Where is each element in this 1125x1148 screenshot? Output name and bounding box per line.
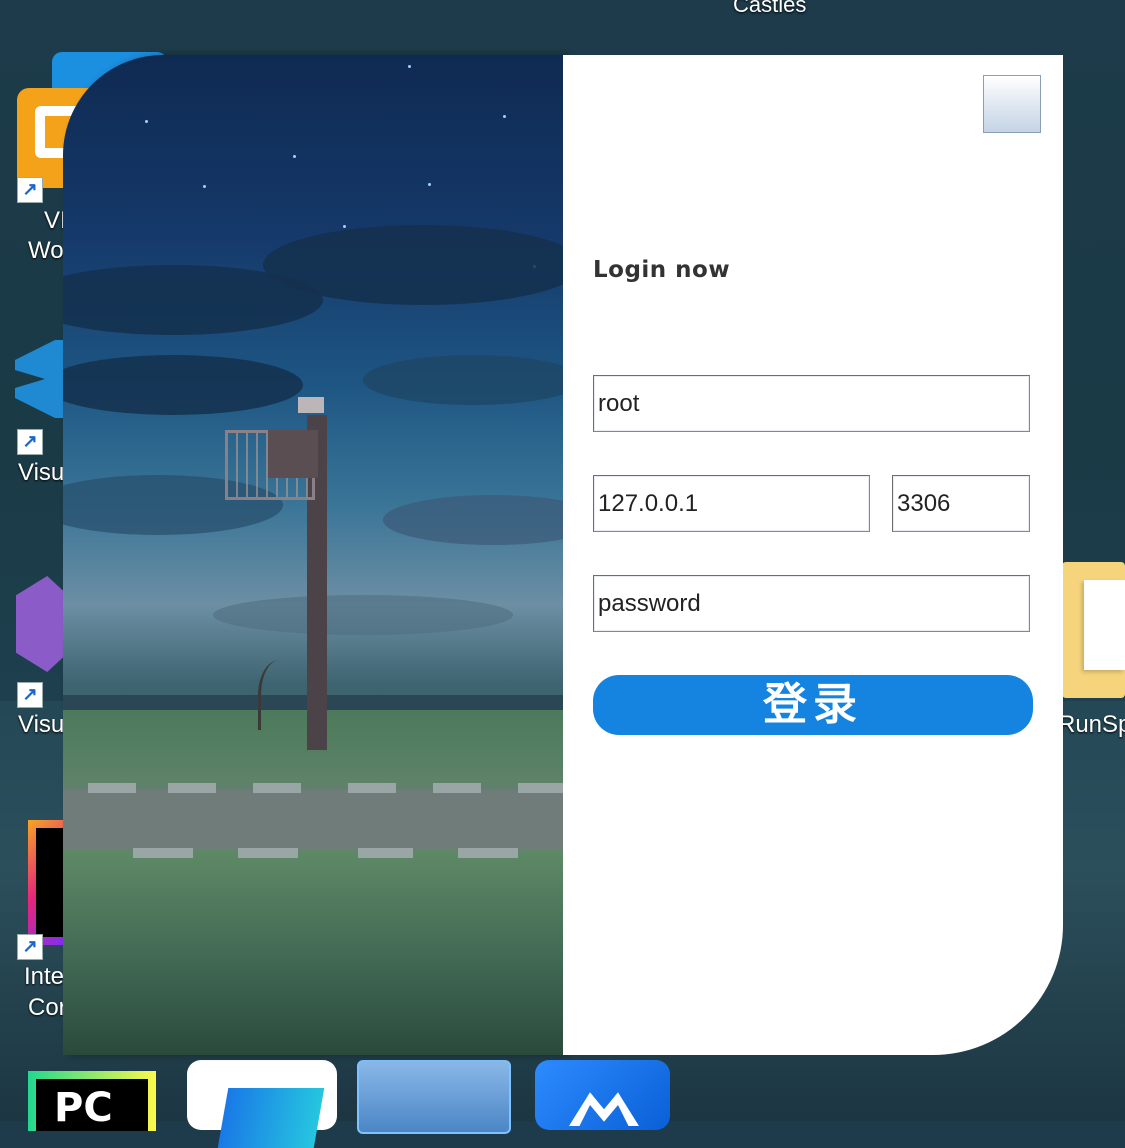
- desktop-label-visual-studio: Visu: [18, 711, 65, 738]
- desktop-top-label: Castles: [733, 0, 807, 17]
- port-field[interactable]: [892, 475, 1030, 532]
- desktop-label-vmware-2: Wo: [28, 237, 64, 264]
- intellij-idea-icon[interactable]: [28, 820, 68, 945]
- curb-stone: [253, 783, 301, 793]
- star-mark: [145, 120, 148, 123]
- password-field[interactable]: [593, 575, 1030, 632]
- cloud-shape: [263, 225, 563, 305]
- curb-stone: [168, 783, 216, 793]
- grass-field: [63, 710, 563, 1055]
- cloud-shape: [363, 355, 563, 405]
- vscode-icon[interactable]: [15, 340, 65, 418]
- pycharm-icon[interactable]: PC: [28, 1071, 156, 1131]
- curb-stone: [238, 848, 298, 858]
- visual-studio-icon[interactable]: [16, 576, 68, 672]
- star-mark: [293, 155, 296, 158]
- shortcut-arrow-icon: ↗: [17, 682, 43, 708]
- curb-stone: [88, 783, 136, 793]
- shortcut-arrow-icon: ↗: [17, 934, 43, 960]
- folder-icon[interactable]: [1062, 562, 1125, 698]
- shortcut-arrow-icon: ↗: [17, 429, 43, 455]
- pycharm-icon-text: PC: [54, 1085, 113, 1131]
- city-app-icon[interactable]: [357, 1060, 511, 1134]
- star-mark: [428, 183, 431, 186]
- camera-icon: [298, 397, 324, 413]
- curb-stone: [518, 783, 563, 793]
- host-field[interactable]: [593, 475, 870, 532]
- curb-stone: [458, 848, 518, 858]
- star-mark: [503, 115, 506, 118]
- cloud-shape: [383, 495, 563, 545]
- close-button[interactable]: [983, 75, 1041, 133]
- username-field[interactable]: [593, 375, 1030, 432]
- login-button[interactable]: 登录: [593, 675, 1033, 735]
- road: [63, 790, 563, 850]
- login-window: Login now 登录: [63, 55, 1063, 1055]
- curb-stone: [348, 783, 396, 793]
- tree-silhouette: [258, 660, 301, 730]
- feishu-icon[interactable]: [535, 1060, 670, 1130]
- curb-stone: [358, 848, 413, 858]
- todo-app-icon[interactable]: [187, 1060, 337, 1130]
- login-title: Login now: [593, 257, 731, 283]
- cloud-shape: [63, 355, 303, 415]
- login-illustration: [63, 55, 563, 1055]
- curb-stone: [133, 848, 193, 858]
- desktop-label-idea-2: Cor: [28, 994, 67, 1021]
- desktop-label-folder: RunSp: [1058, 711, 1125, 738]
- star-mark: [408, 65, 411, 68]
- login-panel: Login now 登录: [563, 55, 1063, 1055]
- pole-box: [268, 430, 318, 478]
- curb-stone: [433, 783, 481, 793]
- desktop-label-idea-1: Inte: [24, 963, 65, 990]
- shortcut-arrow-icon: ↗: [17, 177, 43, 203]
- cloud-shape: [213, 595, 513, 635]
- star-mark: [343, 225, 346, 228]
- star-mark: [203, 185, 206, 188]
- desktop-label-vscode: Visu: [18, 459, 65, 486]
